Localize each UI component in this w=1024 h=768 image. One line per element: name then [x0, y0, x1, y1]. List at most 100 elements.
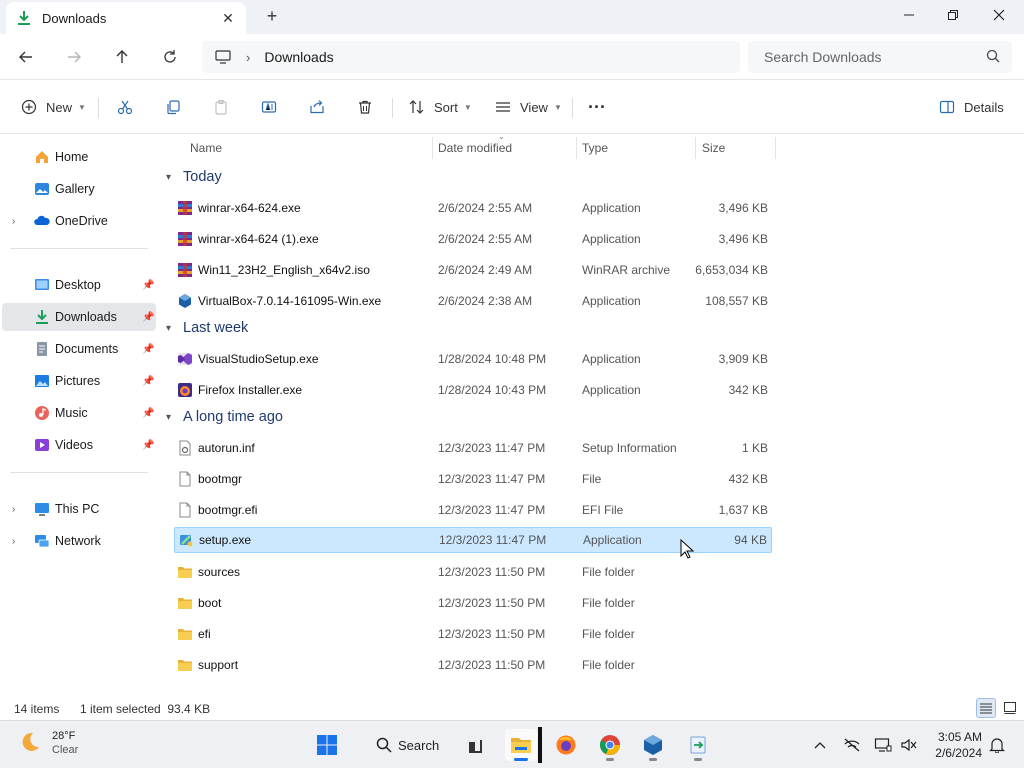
details-label: Details: [964, 99, 1004, 115]
refresh-button[interactable]: [156, 44, 184, 70]
view-button[interactable]: View ▼: [494, 94, 562, 120]
pin-icon[interactable]: 📌: [142, 344, 154, 355]
pin-icon[interactable]: 📌: [142, 440, 154, 451]
show-hidden-icons-button[interactable]: [809, 735, 831, 755]
details-view-button[interactable]: [976, 698, 996, 718]
group-header-today[interactable]: ▾ Today: [166, 169, 222, 185]
clock-time: 3:05 AM: [937, 730, 982, 744]
column-header-name[interactable]: Name: [190, 135, 222, 161]
chevron-right-icon[interactable]: ›: [12, 536, 15, 547]
tray-network-button[interactable]: [841, 735, 863, 755]
taskbar-firefox[interactable]: [550, 729, 582, 761]
tray-volume-button[interactable]: [898, 735, 920, 755]
search-box[interactable]: [748, 41, 1012, 73]
column-resize-handle[interactable]: [775, 137, 776, 159]
breadcrumb-downloads[interactable]: Downloads: [264, 49, 333, 65]
back-button[interactable]: [12, 44, 40, 70]
table-row[interactable]: Firefox Installer.exe 1/28/2024 10:43 PM…: [174, 377, 772, 403]
chevron-right-icon[interactable]: ›: [12, 216, 15, 227]
table-row[interactable]: sources 12/3/2023 11:50 PM File folder: [174, 559, 772, 585]
search-input[interactable]: [764, 49, 986, 65]
maximize-button[interactable]: [930, 0, 976, 30]
sidebar-item-network[interactable]: › Network: [2, 527, 156, 555]
table-row[interactable]: winrar-x64-624 (1).exe 2/6/2024 2:55 AM …: [174, 226, 772, 252]
tray-display-button[interactable]: [872, 735, 894, 755]
search-icon[interactable]: [986, 49, 1000, 66]
copy-button[interactable]: [164, 94, 182, 120]
taskbar-file-explorer[interactable]: [505, 729, 537, 761]
folder-icon: [177, 626, 193, 642]
details-pane-button[interactable]: Details: [938, 94, 1004, 120]
table-row[interactable]: Win11_23H2_English_x64v2.iso 2/6/2024 2:…: [174, 257, 772, 283]
weather-widget[interactable]: 28°F Clear: [18, 729, 78, 757]
clock[interactable]: 3:05 AM 2/6/2024: [924, 729, 982, 761]
column-resize-handle[interactable]: [695, 137, 696, 159]
table-row[interactable]: support 12/3/2023 11:50 PM File folder: [174, 652, 772, 678]
delete-button[interactable]: [356, 94, 374, 120]
task-view-button[interactable]: [460, 729, 492, 761]
minimize-button[interactable]: [886, 0, 932, 30]
table-row[interactable]: efi 12/3/2023 11:50 PM File folder: [174, 621, 772, 647]
rename-button[interactable]: [260, 94, 278, 120]
paste-button[interactable]: [212, 94, 230, 120]
desktop-icon: [34, 277, 50, 293]
sidebar-item-videos[interactable]: Videos 📌: [2, 431, 156, 459]
taskbar-virtualbox[interactable]: [637, 729, 669, 761]
cut-button[interactable]: [116, 94, 134, 120]
copy-icon: [164, 98, 182, 116]
moon-icon: [18, 730, 42, 757]
sidebar-item-onedrive[interactable]: › OneDrive: [2, 207, 156, 235]
new-button[interactable]: New ▼: [20, 94, 86, 120]
sidebar-item-downloads[interactable]: Downloads 📌: [2, 303, 156, 331]
column-resize-handle[interactable]: [576, 137, 577, 159]
sidebar-item-desktop[interactable]: Desktop 📌: [2, 271, 156, 299]
tab-close-icon[interactable]: ✕: [220, 10, 236, 26]
pin-icon[interactable]: 📌: [142, 312, 154, 323]
sidebar-item-gallery[interactable]: Gallery: [2, 175, 156, 203]
start-button[interactable]: [311, 729, 343, 761]
music-icon: [34, 405, 50, 421]
group-header-long-ago[interactable]: ▾ A long time ago: [166, 409, 283, 425]
taskbar-search-button[interactable]: Search: [364, 729, 448, 761]
table-row[interactable]: autorun.inf 12/3/2023 11:47 PM Setup Inf…: [174, 435, 772, 461]
table-row[interactable]: bootmgr 12/3/2023 11:47 PM File 432 KB: [174, 466, 772, 492]
up-button[interactable]: [108, 44, 136, 70]
close-icon: [993, 9, 1005, 21]
close-window-button[interactable]: [976, 0, 1022, 30]
column-header-size[interactable]: Size: [702, 135, 725, 161]
pin-icon[interactable]: 📌: [142, 280, 154, 291]
table-row[interactable]: VirtualBox-7.0.14-161095-Win.exe 2/6/202…: [174, 288, 772, 314]
divider: [10, 248, 148, 249]
chevron-right-icon[interactable]: ›: [12, 504, 15, 515]
minimize-icon: [904, 14, 914, 16]
address-field[interactable]: › Downloads: [202, 41, 740, 73]
chevron-right-icon[interactable]: ›: [246, 50, 250, 65]
table-row[interactable]: winrar-x64-624.exe 2/6/2024 2:55 AM Appl…: [174, 195, 772, 221]
forward-button[interactable]: [60, 44, 88, 70]
tab-downloads[interactable]: Downloads ✕: [6, 2, 246, 34]
chevron-down-icon: ▾: [166, 171, 172, 183]
taskbar-chrome[interactable]: [594, 729, 626, 761]
sidebar-item-music[interactable]: Music 📌: [2, 399, 156, 427]
sort-button[interactable]: Sort ▼: [408, 94, 472, 120]
sidebar-item-pictures[interactable]: Pictures 📌: [2, 367, 156, 395]
pin-icon[interactable]: 📌: [142, 408, 154, 419]
taskbar-setup[interactable]: [682, 729, 714, 761]
notifications-button[interactable]: [986, 735, 1008, 755]
table-row[interactable]: VisualStudioSetup.exe 1/28/2024 10:48 PM…: [174, 346, 772, 372]
share-button[interactable]: [308, 94, 326, 120]
pin-icon[interactable]: 📌: [142, 376, 154, 387]
new-tab-button[interactable]: +: [262, 6, 282, 26]
sidebar-item-this-pc[interactable]: › This PC: [2, 495, 156, 523]
column-header-type[interactable]: Type: [582, 135, 608, 161]
tiles-view-button[interactable]: [1000, 698, 1020, 718]
sidebar-item-home[interactable]: Home: [2, 143, 156, 171]
sidebar-item-documents[interactable]: Documents 📌: [2, 335, 156, 363]
table-row[interactable]: boot 12/3/2023 11:50 PM File folder: [174, 590, 772, 616]
more-options-button[interactable]: ···: [588, 94, 606, 120]
group-header-last-week[interactable]: ▾ Last week: [166, 320, 248, 336]
column-resize-handle[interactable]: [432, 137, 433, 159]
details-pane-icon: [938, 98, 956, 116]
chevron-down-icon: ▾: [166, 411, 172, 423]
table-row[interactable]: bootmgr.efi 12/3/2023 11:47 PM EFI File …: [174, 497, 772, 523]
